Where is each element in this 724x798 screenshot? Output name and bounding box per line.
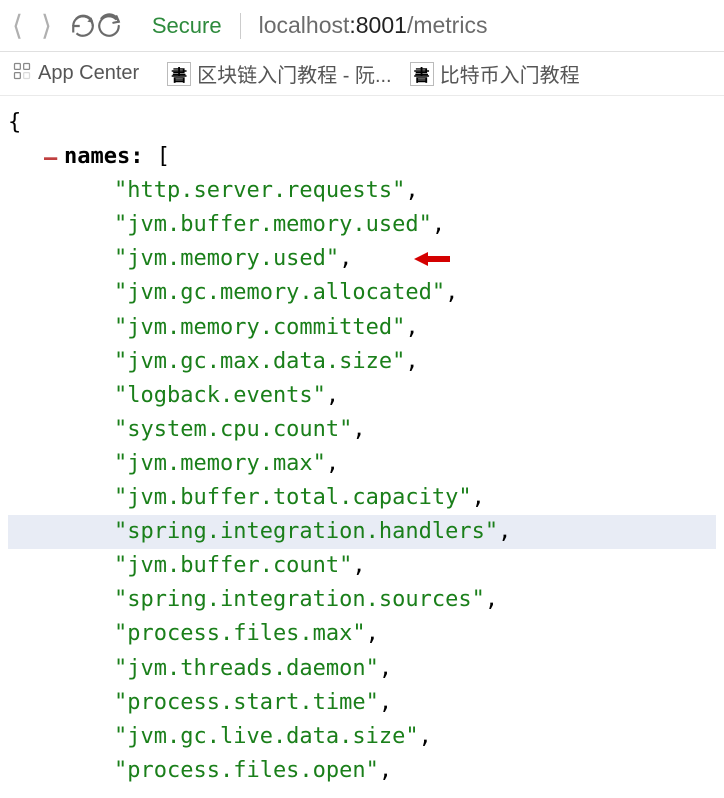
json-string-value: "jvm.memory.used" <box>114 246 339 271</box>
url-host: localhost <box>259 12 350 39</box>
comma: , <box>405 315 418 340</box>
bookmark-label: 比特币入门教程 <box>440 59 580 88</box>
json-string-value: "jvm.gc.memory.allocated" <box>114 280 445 305</box>
json-array-item[interactable]: "system.cpu.count", <box>8 413 716 447</box>
json-viewer: { – names: [ "http.server.requests","jvm… <box>0 96 724 798</box>
reload-button[interactable] <box>70 13 96 39</box>
bookmark-bitcoin-tutorial[interactable]: 書 比特币入门教程 <box>410 59 580 88</box>
json-array-item[interactable]: "jvm.buffer.total.capacity", <box>8 481 716 515</box>
json-key-row: – names: [ <box>8 140 716 174</box>
comma: , <box>379 758 392 783</box>
comma: , <box>405 178 418 203</box>
json-array-item[interactable]: "jvm.threads.daemon", <box>8 652 716 686</box>
json-string-value: "process.files.open" <box>114 758 379 783</box>
json-string-value: "system.cpu.count" <box>114 417 352 442</box>
apps-icon <box>12 61 32 87</box>
json-array-item[interactable]: "http.server.requests", <box>8 174 716 208</box>
json-array-item[interactable]: "process.files.open", <box>8 754 716 788</box>
json-array-item[interactable]: "jvm.memory.used", <box>8 242 716 276</box>
json-array-item[interactable]: "jvm.gc.memory.allocated", <box>8 276 716 310</box>
open-brace: { <box>8 106 716 140</box>
json-array-item[interactable]: "jvm.memory.committed", <box>8 311 716 345</box>
comma: , <box>339 246 352 271</box>
comma: , <box>379 690 392 715</box>
comma: , <box>498 519 511 544</box>
favicon-icon: 書 <box>410 62 434 86</box>
json-string-value: "jvm.buffer.count" <box>114 553 352 578</box>
json-array-item[interactable]: "spring.integration.sources", <box>8 583 716 617</box>
forward-button[interactable]: ⟩ <box>41 12 52 40</box>
json-array-item[interactable]: "spring.integration.handlers", <box>8 515 716 549</box>
json-string-value: "process.files.max" <box>114 621 366 646</box>
bookmarks-bar: App Center 書 区块链入门教程 - 阮... 書 比特币入门教程 <box>0 52 724 96</box>
open-bracket-char: [ <box>157 144 170 169</box>
bookmark-app-center[interactable]: App Center <box>12 61 139 87</box>
comma: , <box>432 212 445 237</box>
json-string-value: "spring.integration.sources" <box>114 587 485 612</box>
bookmark-label: 区块链入门教程 - 阮... <box>197 59 391 88</box>
comma: , <box>419 724 432 749</box>
json-string-value: "process.start.time" <box>114 690 379 715</box>
secure-indicator: Secure <box>152 13 222 39</box>
json-array-item[interactable]: "process.start.time", <box>8 686 716 720</box>
pointer-arrow-icon <box>414 246 450 280</box>
comma: , <box>326 451 339 476</box>
json-string-value: "logback.events" <box>114 383 326 408</box>
browser-toolbar: ⟨ ⟩ Secure localhost:8001/metrics <box>0 0 724 52</box>
json-string-value: "jvm.gc.live.data.size" <box>114 724 419 749</box>
json-key: names: <box>64 144 143 169</box>
json-string-value: "spring.integration.handlers" <box>114 519 498 544</box>
comma: , <box>352 417 365 442</box>
address-bar[interactable]: localhost:8001/metrics <box>259 12 488 39</box>
comma: , <box>405 349 418 374</box>
comma: , <box>472 485 485 510</box>
comma: , <box>485 587 498 612</box>
json-string-value: "jvm.buffer.total.capacity" <box>114 485 472 510</box>
json-string-value: "jvm.buffer.memory.used" <box>114 212 432 237</box>
collapse-toggle[interactable]: – <box>44 142 57 176</box>
reload-icon[interactable] <box>96 13 122 39</box>
json-array-item[interactable]: "process.files.max", <box>8 617 716 651</box>
toolbar-divider <box>240 13 241 39</box>
json-array-item[interactable]: "jvm.gc.live.data.size", <box>8 720 716 754</box>
json-string-value: "jvm.threads.daemon" <box>114 656 379 681</box>
json-array-item[interactable]: "jvm.memory.max", <box>8 447 716 481</box>
comma: , <box>379 656 392 681</box>
json-string-value: "jvm.gc.max.data.size" <box>114 349 405 374</box>
json-array-item[interactable]: "logback.events", <box>8 379 716 413</box>
bookmark-blockchain-tutorial[interactable]: 書 区块链入门教程 - 阮... <box>167 59 391 88</box>
json-array-item[interactable]: "jvm.buffer.count", <box>8 549 716 583</box>
bookmark-label: App Center <box>38 62 139 85</box>
favicon-icon: 書 <box>167 62 191 86</box>
json-string-value: "jvm.memory.max" <box>114 451 326 476</box>
json-array-item[interactable]: "jvm.gc.max.data.size", <box>8 345 716 379</box>
json-array-item[interactable]: "jvm.buffer.memory.used", <box>8 208 716 242</box>
back-button[interactable]: ⟨ <box>12 12 23 40</box>
comma: , <box>352 553 365 578</box>
json-string-value: "jvm.memory.committed" <box>114 315 405 340</box>
comma: , <box>326 383 339 408</box>
url-path: /metrics <box>407 12 488 39</box>
url-port: :8001 <box>349 12 407 39</box>
comma: , <box>445 280 458 305</box>
json-string-value: "http.server.requests" <box>114 178 405 203</box>
comma: , <box>366 621 379 646</box>
